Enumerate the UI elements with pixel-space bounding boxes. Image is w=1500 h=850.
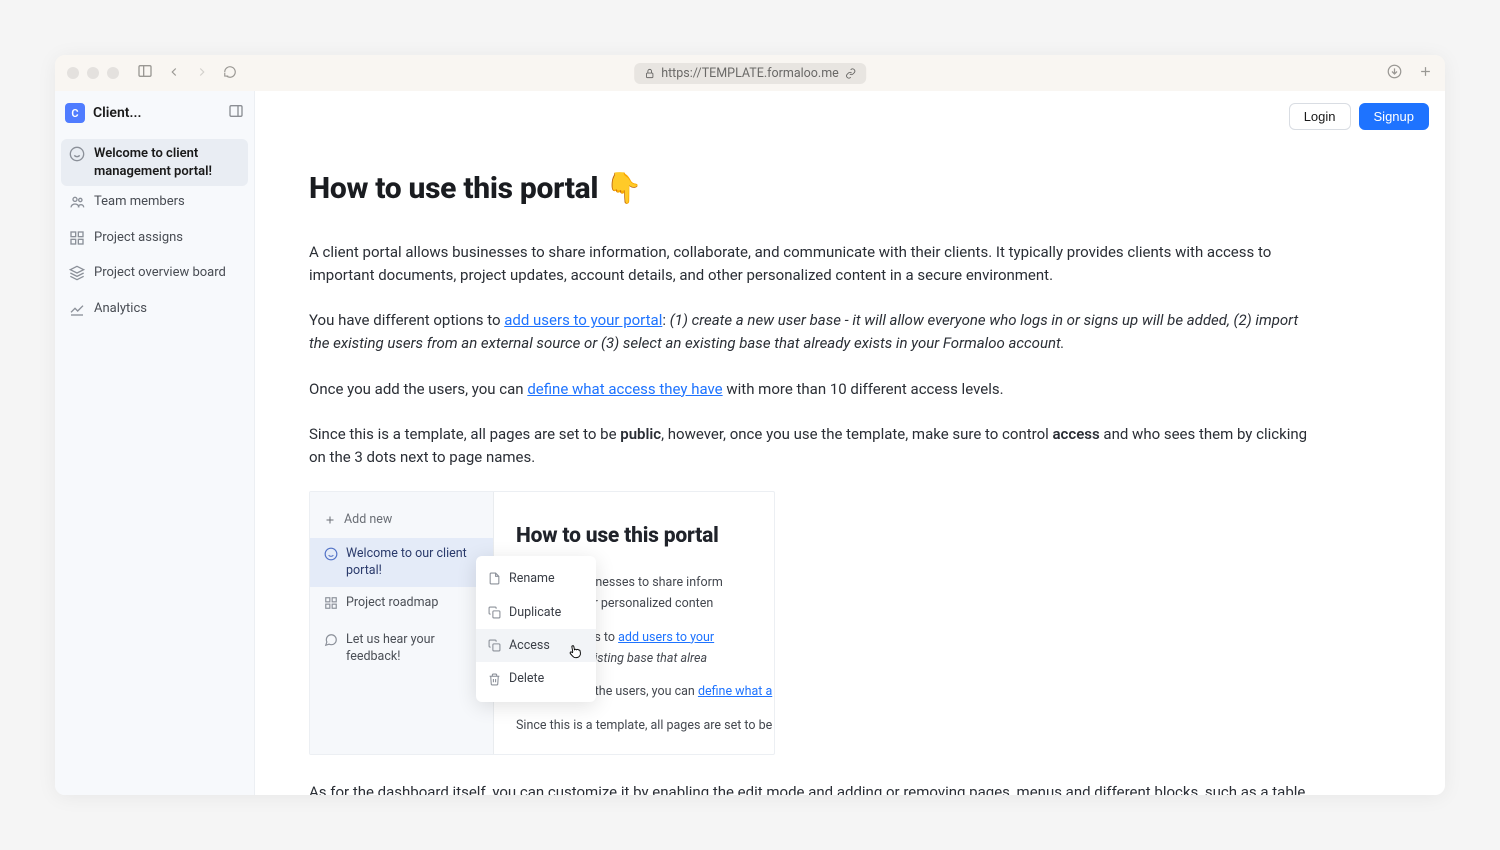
title-text: How to use this portal: [309, 171, 605, 206]
url-bar[interactable]: https://TEMPLATE.formaloo.me: [634, 63, 866, 84]
sidebar-item-project-assigns[interactable]: Project assigns: [61, 223, 248, 258]
url-text: https://TEMPLATE.formaloo.me: [661, 66, 839, 81]
es-item-welcome: Welcome to our client portal!: [310, 538, 493, 588]
lock-icon: [644, 68, 655, 79]
forward-icon[interactable]: [195, 64, 209, 83]
add-users-link[interactable]: add users to your portal: [504, 311, 662, 329]
sidebar-item-team-members[interactable]: Team members: [61, 187, 248, 222]
panel-toggle-icon[interactable]: [228, 103, 244, 123]
app-body: C Client... Welcome to client management…: [55, 91, 1445, 795]
app-logo: C: [65, 103, 85, 123]
sidebar-item-analytics[interactable]: Analytics: [61, 294, 248, 329]
sidebar-item-label: Project assigns: [94, 229, 183, 247]
sidebar-item-label: Team members: [94, 193, 185, 211]
define-access-link[interactable]: define what access they have: [527, 380, 722, 398]
back-icon[interactable]: [167, 64, 181, 83]
reload-icon[interactable]: [223, 64, 237, 83]
paragraph: As for the dashboard itself, you can cus…: [309, 781, 1321, 795]
chart-icon: [69, 301, 85, 323]
sidebar-item-label: Analytics: [94, 300, 147, 318]
sidebar-item-label: Project overview board: [94, 264, 226, 282]
file-icon: [488, 572, 501, 585]
context-menu: Rename Duplicate Access Delete: [476, 556, 596, 702]
copy-icon: [488, 639, 501, 652]
paragraph: Since this is a template, all pages are …: [309, 423, 1321, 470]
es-link: add users to your: [618, 630, 714, 645]
content-header: Login Signup: [255, 91, 1445, 142]
chrome-right: [1387, 64, 1433, 83]
smile-icon: [69, 146, 85, 168]
paragraph: You have different options to add users …: [309, 309, 1321, 356]
app-title: Client...: [93, 105, 220, 121]
grid-icon: [69, 230, 85, 252]
sidebar-toggle-icon[interactable]: [137, 63, 153, 83]
es-link: define what a: [698, 684, 772, 699]
es-item-roadmap: Project roadmap: [310, 587, 493, 624]
es-sidebar: Add new Welcome to our client portal! Pr…: [310, 492, 494, 754]
close-icon[interactable]: [67, 67, 79, 79]
sidebar-header: C Client...: [55, 91, 254, 135]
grid-icon: [324, 596, 338, 616]
page-title: How to use this portal 👇: [309, 166, 1321, 213]
chat-icon: [324, 633, 338, 666]
layers-icon: [69, 265, 85, 287]
plus-icon: [324, 514, 336, 526]
maximize-icon[interactable]: [107, 67, 119, 79]
copy-icon: [488, 606, 501, 619]
traffic-lights: [67, 67, 119, 79]
download-icon[interactable]: [1387, 64, 1402, 83]
cm-duplicate: Duplicate: [476, 596, 596, 629]
content-area: Login Signup How to use this portal 👇 A …: [255, 91, 1445, 795]
nav-controls: [137, 63, 237, 83]
cm-rename: Rename: [476, 562, 596, 595]
sidebar-item-welcome[interactable]: Welcome to client management portal!: [61, 139, 248, 186]
trash-icon: [488, 673, 501, 686]
es-add-new: Add new: [310, 502, 493, 537]
login-button[interactable]: Login: [1289, 103, 1351, 130]
sidebar-item-label: Welcome to client management portal!: [94, 145, 240, 180]
article: How to use this portal 👇 A client portal…: [255, 142, 1375, 795]
pointing-down-icon: 👇: [605, 171, 642, 206]
paragraph: A client portal allows businesses to sha…: [309, 241, 1321, 288]
signup-button[interactable]: Signup: [1359, 103, 1429, 130]
minimize-icon[interactable]: [87, 67, 99, 79]
smile-icon: [324, 547, 338, 580]
es-heading: How to use this portal: [516, 520, 774, 553]
paragraph: Once you add the users, you can define w…: [309, 378, 1321, 401]
browser-window: https://TEMPLATE.formaloo.me C Client...…: [55, 55, 1445, 795]
link-icon: [845, 68, 856, 79]
embedded-screenshot: Add new Welcome to our client portal! Pr…: [309, 491, 775, 755]
plus-icon[interactable]: [1418, 64, 1433, 83]
browser-chrome: https://TEMPLATE.formaloo.me: [55, 55, 1445, 91]
sidebar: C Client... Welcome to client management…: [55, 91, 255, 795]
es-item-feedback: Let us hear your feedback!: [310, 624, 493, 674]
nav-list: Welcome to client management portal! Tea…: [55, 135, 254, 332]
sidebar-item-project-overview[interactable]: Project overview board: [61, 258, 248, 293]
users-icon: [69, 194, 85, 216]
